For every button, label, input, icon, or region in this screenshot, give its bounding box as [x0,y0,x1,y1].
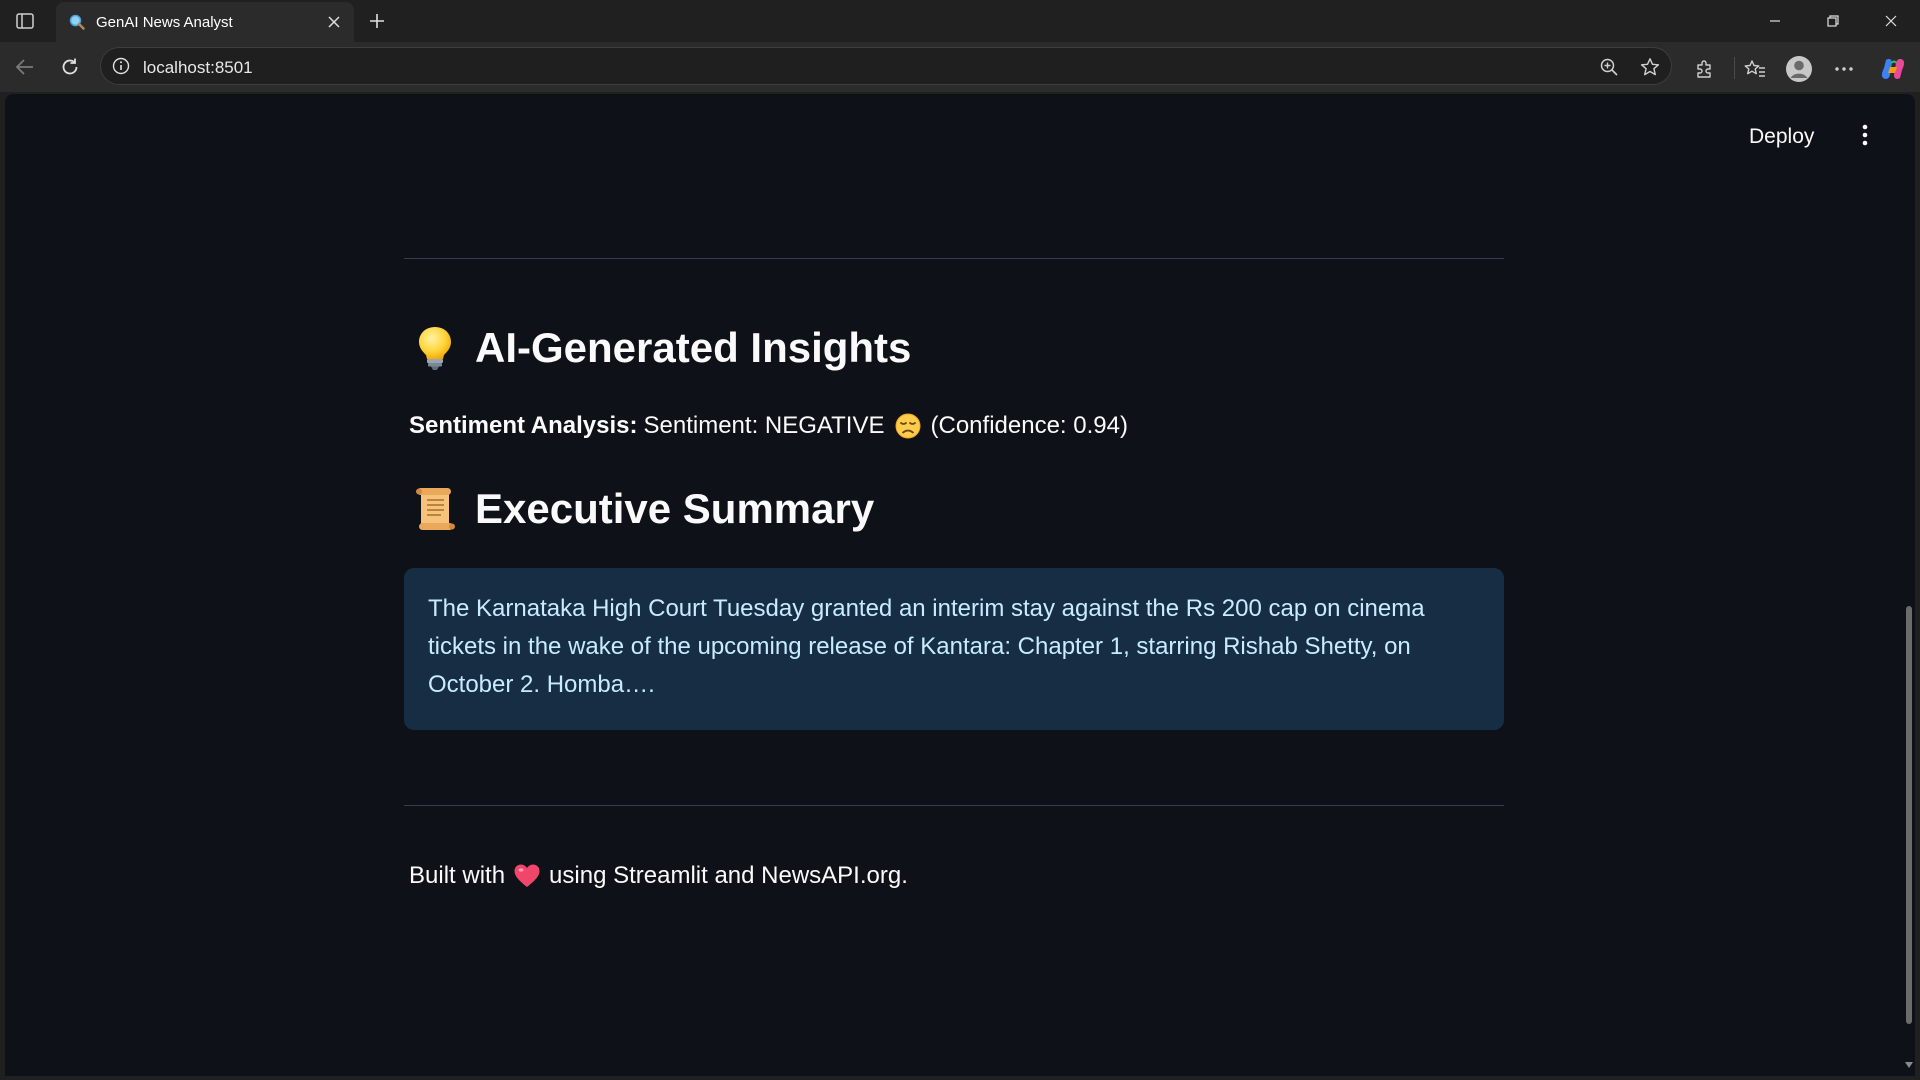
browser-toolbar: localhost:8501 [0,42,1920,92]
executive-summary-box: The Karnataka High Court Tuesday granted… [404,568,1504,730]
heart-icon [513,863,541,889]
window-controls [1746,0,1920,42]
url-text[interactable]: localhost:8501 [143,58,253,78]
favorite-star-icon[interactable] [1636,53,1664,81]
page-scrollbar[interactable] [1903,94,1915,1076]
scrollbar-thumb[interactable] [1906,606,1912,1024]
disappointed-face-icon [895,413,921,439]
copilot-icon[interactable] [1877,53,1909,85]
divider-bottom [404,805,1504,806]
address-bar[interactable]: localhost:8501 [100,47,1672,85]
browser-tab-bar: GenAI News Analyst [0,0,1920,42]
footer-suffix: using Streamlit and NewsAPI.org. [549,862,908,889]
browser-tab[interactable]: GenAI News Analyst [56,2,354,42]
favorites-list-icon[interactable] [1739,53,1771,85]
sentiment-analysis-line: Sentiment Analysis: Sentiment: NEGATIVE … [409,412,1128,440]
summary-text: The Karnataka High Court Tuesday granted… [428,595,1425,698]
divider-top [404,258,1504,259]
restore-icon[interactable] [1804,0,1862,42]
footer-prefix: Built with [409,862,506,889]
back-arrow-icon[interactable] [9,51,41,83]
insights-heading: AI-Generated Insights [413,324,911,372]
minimize-icon[interactable] [1746,0,1804,42]
page-viewport: Deploy AI-Generated Insights Sentiment A… [5,94,1915,1076]
scroll-down-arrow-icon[interactable] [1904,1060,1914,1070]
reload-icon[interactable] [54,51,86,83]
footer-line: Built with using Streamlit and NewsAPI.o… [409,862,908,890]
sidebar-toggle-icon[interactable] [12,9,38,33]
zoom-icon[interactable] [1595,53,1623,81]
tab-title: GenAI News Analyst [96,13,233,31]
new-tab-plus-icon[interactable] [362,6,392,36]
site-info-icon[interactable] [111,56,131,76]
deploy-button[interactable]: Deploy [1745,121,1818,153]
profile-avatar-icon[interactable] [1783,53,1815,85]
main-menu-kebab-icon[interactable] [1850,120,1880,150]
extensions-puzzle-icon[interactable] [1688,53,1720,85]
close-tab-icon[interactable] [320,8,348,36]
summary-heading-text: Executive Summary [475,485,875,532]
light-bulb-icon [413,324,457,372]
close-window-icon[interactable] [1862,0,1920,42]
sentiment-label: Sentiment Analysis: [409,412,638,439]
magnifier-favicon-icon [68,13,86,31]
sentiment-value: Sentiment: NEGATIVE [643,412,885,439]
sentiment-confidence: (Confidence: 0.94) [930,412,1128,439]
more-options-icon[interactable] [1828,53,1860,85]
summary-heading: Executive Summary [413,485,874,533]
toolbar-divider [1734,57,1735,79]
scroll-icon [413,485,457,533]
insights-heading-text: AI-Generated Insights [475,324,912,371]
